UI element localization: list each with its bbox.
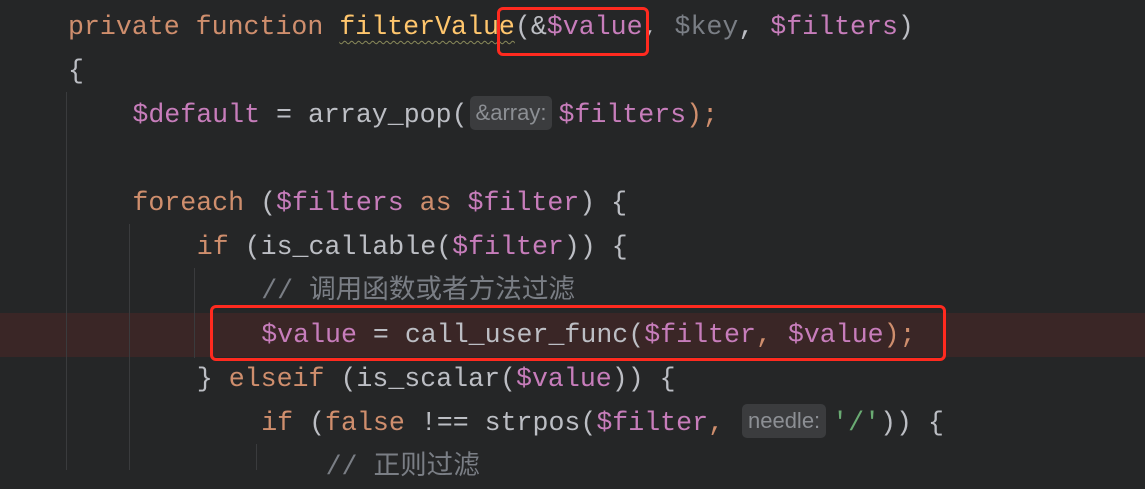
annotation-box-call-user-func (210, 305, 946, 361)
code-text: { (68, 49, 84, 93)
code-token: $filter (596, 408, 709, 438)
code-token: ) (897, 12, 914, 42)
annotation-box-value-param (497, 7, 649, 56)
code-line[interactable]: if (false !== strpos($filter, needle: '/'… (0, 401, 1145, 445)
code-token: , (738, 12, 771, 42)
code-text: } elseif (is_scalar($value)) { (197, 357, 676, 401)
code-token: )) { (611, 364, 676, 394)
code-token: ( (293, 408, 326, 438)
code-text: // 正则过滤 (326, 445, 480, 489)
code-token: (is_scalar( (324, 364, 516, 394)
code-token: } (196, 364, 229, 394)
indent-guide (194, 268, 195, 358)
code-token: { (68, 56, 84, 86)
code-token: false (325, 408, 405, 438)
code-token: $key (674, 12, 739, 42)
code-token: $default (132, 100, 261, 130)
code-token: = array_pop( (260, 100, 468, 130)
code-line[interactable]: $default = array_pop(&array: $filters); (0, 93, 1145, 137)
code-token: if (196, 232, 229, 262)
indent-guide (129, 224, 130, 470)
code-token: '/' (832, 408, 881, 438)
code-token: as (403, 188, 468, 218)
code-line[interactable]: if (is_callable($filter)) { (0, 225, 1145, 269)
code-text: $default = array_pop(&array: $filters); (132, 93, 718, 137)
parameter-hint: needle: (741, 403, 827, 438)
code-token: $filters (558, 100, 687, 130)
code-token: $filters (770, 12, 898, 42)
code-token: , (708, 408, 740, 438)
code-token: ( (244, 188, 277, 218)
code-line[interactable]: } elseif (is_scalar($value)) { (0, 357, 1145, 401)
code-token: )) { (563, 232, 628, 262)
code-token: ); (686, 100, 719, 130)
code-token: if (261, 408, 294, 438)
code-token: )) { (880, 408, 944, 438)
code-token: $value (516, 364, 612, 394)
code-token: elseif (228, 364, 325, 394)
code-token: private function (68, 12, 340, 42)
parameter-hint: &array: (469, 95, 553, 130)
code-token: $filter (452, 232, 564, 262)
code-token: foreach (132, 188, 245, 218)
code-text: if (false !== strpos($filter, needle: '/'… (261, 401, 944, 445)
code-token: filterValue (339, 12, 515, 42)
indent-guide (256, 444, 257, 470)
code-text: if (is_callable($filter)) { (197, 225, 628, 269)
code-text: private function filterValue(&$value, $k… (68, 5, 914, 49)
code-token: // 正则过滤 (325, 452, 480, 482)
code-token: $filter (467, 188, 580, 218)
code-token: !== strpos( (404, 408, 597, 438)
code-line[interactable]: foreach ($filters as $filter) { (0, 181, 1145, 225)
code-token: // 调用函数或者方法过滤 (261, 276, 576, 306)
code-token: $filters (276, 188, 404, 218)
code-editor[interactable]: private function filterValue(&$value, $k… (0, 0, 1145, 482)
code-line[interactable]: // 正则过滤 (0, 445, 1145, 489)
indent-guide (66, 92, 67, 470)
code-text: foreach ($filters as $filter) { (132, 181, 627, 225)
code-token: ) { (579, 188, 628, 218)
code-line[interactable] (0, 137, 1145, 181)
code-token: (is_callable( (228, 232, 453, 262)
